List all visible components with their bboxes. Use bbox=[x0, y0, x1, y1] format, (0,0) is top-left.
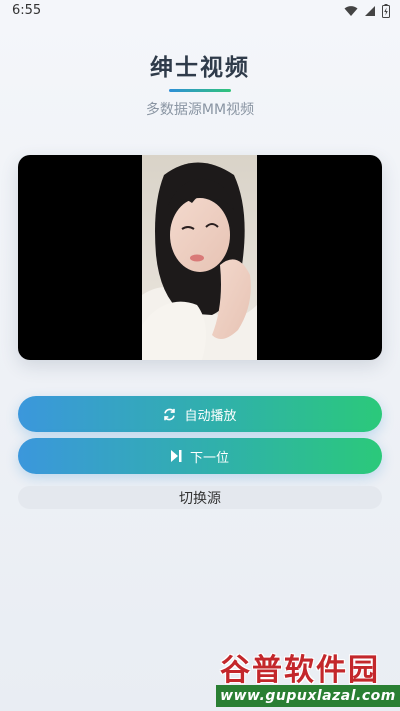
battery-icon bbox=[382, 4, 390, 18]
next-label: 下一位 bbox=[189, 450, 229, 466]
status-time: 6:55 bbox=[12, 3, 42, 18]
watermark: 谷普软件园 www.gupuxlazal.com bbox=[216, 645, 400, 711]
watermark-logo-text: 谷普软件园 bbox=[220, 653, 380, 688]
switch-source-button[interactable]: 切换源 bbox=[18, 486, 382, 509]
page-subtitle: 多数据源MM视频 bbox=[145, 102, 255, 118]
video-frame bbox=[142, 155, 257, 360]
auto-play-label: 自动播放 bbox=[184, 408, 237, 424]
wifi-icon bbox=[344, 5, 358, 17]
status-icons bbox=[344, 4, 390, 18]
auto-play-button[interactable]: 自动播放 bbox=[18, 396, 382, 432]
switch-source-label: 切换源 bbox=[179, 490, 221, 507]
status-bar: 6:55 bbox=[0, 0, 400, 24]
title-underline bbox=[169, 89, 231, 92]
page-title: 绅士视频 bbox=[150, 55, 250, 81]
video-player[interactable] bbox=[18, 155, 382, 360]
watermark-url: www.gupuxlazal.com bbox=[216, 685, 400, 707]
refresh-icon bbox=[163, 408, 176, 421]
signal-icon bbox=[364, 5, 376, 17]
skip-next-icon bbox=[170, 450, 182, 462]
next-button[interactable]: 下一位 bbox=[18, 438, 382, 474]
